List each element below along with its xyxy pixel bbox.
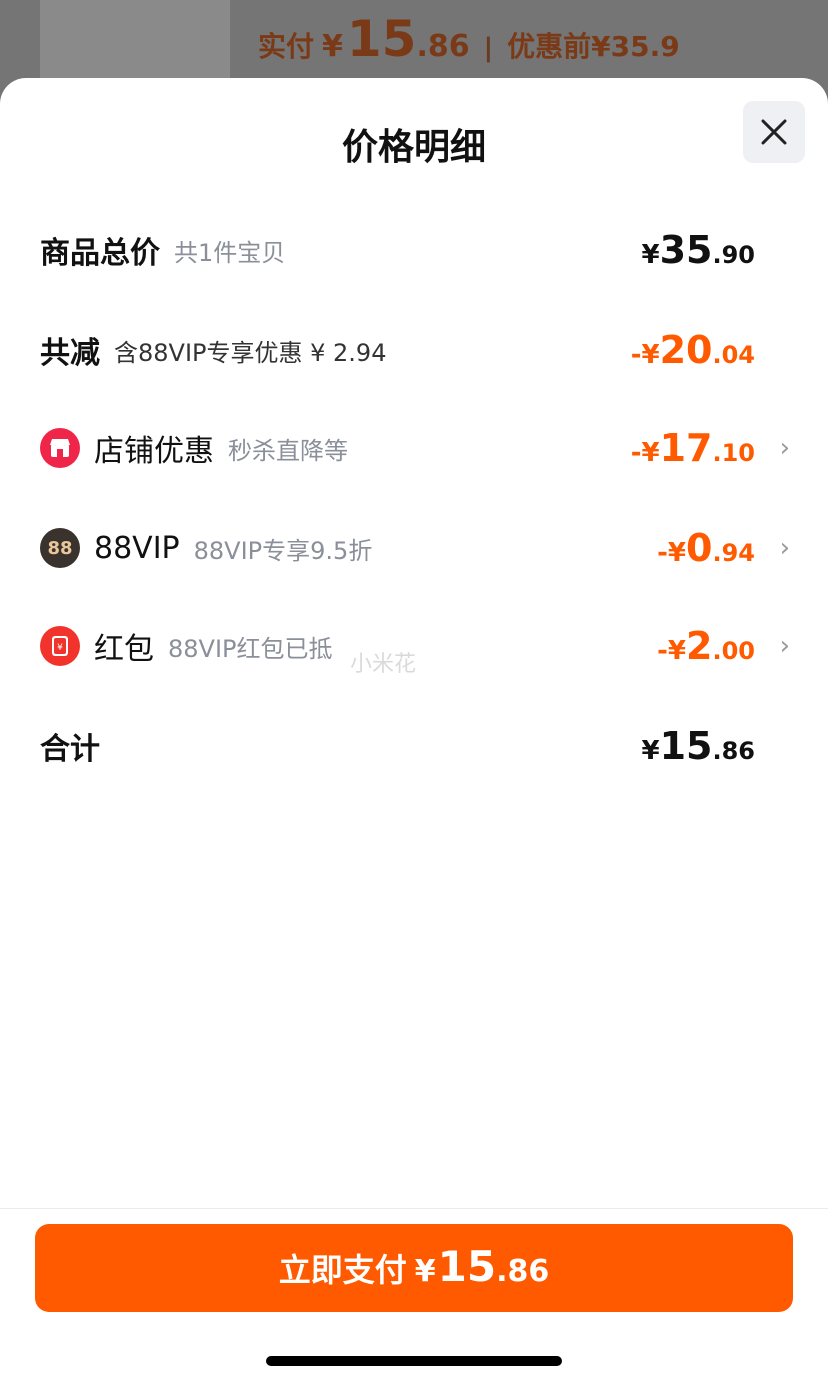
goods-total-label: 商品总价 [40,236,160,271]
price-separator: | [483,33,494,63]
pay-dec: .86 [496,1254,550,1289]
reduction-note: 含88VIP专享优惠 ¥ 2.94 [114,338,387,367]
paid-int: 15 [346,10,417,68]
red-packet-label: 红包 [94,632,154,667]
reduction-amount: -¥ 20.04 [630,328,755,372]
chevron-right-icon: › [779,533,790,563]
price-detail-sheet: 价格明细 商品总价 共1件宝贝 ¥35.90 共减 含88VIP专享优惠 ¥ 2… [0,78,828,1385]
vip-note: 88VIP专享9.5折 [193,536,373,565]
goods-count: 共1件宝贝 [174,238,286,267]
vip-discount-amount: -¥ 0.94 [657,526,755,570]
paid-label: 实付 [258,30,315,63]
paid-dec: .86 [416,29,470,64]
shop-discount-amount: -¥ 17.10 [630,426,755,470]
shop-discount-label: 店铺优惠 [94,434,214,469]
reduction-label: 共减 [40,336,100,371]
divider [0,1208,828,1209]
sheet-title: 价格明细 [341,127,486,168]
home-indicator[interactable] [266,1356,562,1366]
original-label: 优惠前 [507,30,592,63]
pay-currency: ¥ [414,1254,436,1289]
goods-total-amount: ¥35.90 [641,228,756,272]
sum-amount: ¥15.86 [641,724,756,768]
row-goods-total: 商品总价 共1件宝贝 ¥35.90 [40,220,790,280]
row-shop-discount[interactable]: 店铺优惠 秒杀直降等 -¥ 17.10 › [40,418,790,478]
original-price: ¥35.9 [591,30,680,63]
background-price-summary: 实付 ¥ 15 .86 | 优惠前 ¥35.9 [258,10,680,68]
paid-currency: ¥ [322,29,343,64]
shop-discount-note: 秒杀直降等 [228,436,348,465]
close-button[interactable] [743,101,805,163]
red-packet-icon: ¥ [40,626,80,666]
pay-now-label: 立即支付 [278,1251,407,1289]
chevron-right-icon: › [779,631,790,661]
row-88vip-discount[interactable]: 88 88VIP 88VIP专享9.5折 -¥ 0.94 › [40,518,790,578]
svg-text:¥: ¥ [57,643,63,653]
pay-now-button[interactable]: 立即支付 ¥ 15 .86 [35,1224,793,1312]
vip-label: 88VIP [94,530,180,566]
store-icon [40,428,80,468]
watermark: 小米花 [350,652,417,677]
close-icon [761,119,787,145]
88vip-icon: 88 [40,528,80,568]
red-packet-amount: -¥ 2.00 [657,624,755,668]
pay-int: 15 [437,1242,497,1291]
red-packet-note: 88VIP红包已抵 [168,634,333,663]
chevron-right-icon: › [779,433,790,463]
row-sum: 合计 ¥15.86 [40,716,790,776]
sum-label: 合计 [40,732,100,767]
row-total-reduction: 共减 含88VIP专享优惠 ¥ 2.94 -¥ 20.04 [40,320,790,380]
